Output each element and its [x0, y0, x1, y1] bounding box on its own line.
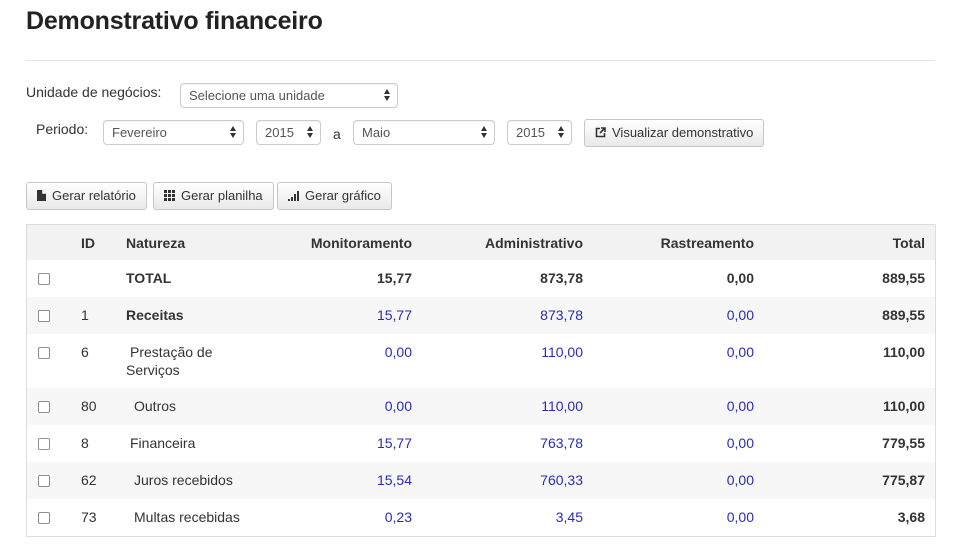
- row-tracking: 0,00: [726, 270, 754, 286]
- to-year-value: 2015: [516, 125, 545, 140]
- row-monitoring-link[interactable]: 0,23: [385, 509, 412, 525]
- row-monitoring-link[interactable]: 0,00: [385, 344, 412, 360]
- row-id: 73: [81, 509, 97, 525]
- view-statement-button[interactable]: Visualizar demonstrativo: [584, 119, 765, 147]
- row-nature: Financeira: [130, 435, 196, 451]
- external-link-icon: [595, 127, 606, 138]
- row-total: 3,68: [897, 509, 925, 525]
- view-statement-label: Visualizar demonstrativo: [612, 125, 754, 140]
- signal-bars-icon: [288, 190, 299, 201]
- table-row: 73 Multas recebidas 0,23 3,45 0,00 3,68: [27, 499, 935, 536]
- row-checkbox[interactable]: [38, 512, 50, 524]
- title-divider: [26, 60, 935, 61]
- table-header-row: ID Natureza Monitoramento Administrativo…: [27, 225, 935, 260]
- row-administrative-link[interactable]: 760,33: [540, 472, 583, 488]
- select-arrows-icon: [230, 125, 237, 140]
- generate-report-label: Gerar relatório: [52, 188, 136, 203]
- row-tracking-link[interactable]: 0,00: [727, 472, 754, 488]
- period-separator: a: [333, 126, 341, 142]
- grid-icon: [164, 190, 175, 202]
- row-tracking-link[interactable]: 0,00: [727, 435, 754, 451]
- row-checkbox[interactable]: [38, 310, 50, 322]
- row-monitoring-link[interactable]: 15,77: [377, 307, 412, 323]
- row-id: 1: [81, 307, 89, 323]
- row-checkbox[interactable]: [38, 347, 50, 359]
- select-arrows-icon: [307, 125, 314, 140]
- row-administrative-link[interactable]: 3,45: [556, 509, 583, 525]
- select-arrows-icon: [481, 125, 488, 140]
- financial-table: ID Natureza Monitoramento Administrativo…: [26, 224, 936, 537]
- row-id: 6: [81, 344, 89, 360]
- table-row: TOTAL 15,77 873,78 0,00 889,55: [27, 260, 935, 297]
- select-arrows-icon: [384, 88, 391, 103]
- unit-label: Unidade de negócios:: [26, 84, 162, 100]
- financial-statement-page: Demonstrativo financeiro Unidade de negó…: [0, 0, 957, 551]
- row-administrative-link[interactable]: 110,00: [541, 398, 583, 414]
- from-month-value: Fevereiro: [112, 125, 167, 140]
- row-monitoring-link[interactable]: 15,54: [377, 472, 412, 488]
- row-monitoring-link[interactable]: 15,77: [377, 435, 412, 451]
- row-administrative: 873,78: [540, 270, 583, 286]
- generate-chart-label: Gerar gráfico: [305, 188, 381, 203]
- row-monitoring-link[interactable]: 0,00: [385, 398, 412, 414]
- select-arrows-icon: [558, 125, 565, 140]
- table-row: 6 Prestação de Serviços 0,00 110,00 0,00…: [27, 334, 935, 388]
- table-row: 8 Financeira 15,77 763,78 0,00 779,55: [27, 425, 935, 462]
- table-row: 62 Juros recebidos 15,54 760,33 0,00 775…: [27, 462, 935, 499]
- row-total: 110,00: [882, 398, 925, 414]
- row-tracking-link[interactable]: 0,00: [727, 307, 754, 323]
- row-total: 779,55: [882, 435, 925, 451]
- row-checkbox[interactable]: [38, 475, 50, 487]
- row-id: 8: [81, 435, 89, 451]
- row-nature: Prestação de: [130, 344, 213, 360]
- table-row: 1 Receitas 15,77 873,78 0,00 889,55: [27, 297, 935, 334]
- row-checkbox[interactable]: [38, 438, 50, 450]
- generate-spreadsheet-button[interactable]: Gerar planilha: [153, 182, 274, 210]
- period-label: Periodo:: [36, 121, 89, 137]
- row-total: 889,55: [882, 270, 925, 286]
- from-month-select[interactable]: Fevereiro: [103, 120, 244, 145]
- row-nature: Receitas: [126, 307, 184, 323]
- row-administrative-link[interactable]: 873,78: [540, 307, 583, 323]
- row-monitoring: 15,77: [376, 270, 412, 286]
- row-checkbox[interactable]: [38, 273, 50, 285]
- row-total: 889,55: [882, 307, 925, 323]
- header-nature: Natureza: [126, 235, 186, 251]
- row-nature: Outros: [134, 398, 177, 414]
- row-nature-line2: Serviços: [126, 362, 180, 378]
- from-year-select[interactable]: 2015: [256, 120, 321, 145]
- to-month-value: Maio: [362, 125, 391, 140]
- document-icon: [37, 190, 46, 202]
- header-total: Total: [892, 235, 925, 251]
- row-administrative-link[interactable]: 110,00: [541, 344, 583, 360]
- to-year-select[interactable]: 2015: [507, 120, 572, 145]
- header-administrative: Administrativo: [484, 235, 583, 251]
- row-total: 775,87: [882, 472, 925, 488]
- generate-chart-button[interactable]: Gerar gráfico: [277, 182, 392, 210]
- row-tracking-link[interactable]: 0,00: [727, 398, 754, 414]
- row-nature: TOTAL: [126, 270, 172, 286]
- row-id: 62: [81, 472, 97, 488]
- header-tracking: Rastreamento: [660, 235, 754, 251]
- generate-spreadsheet-label: Gerar planilha: [181, 188, 263, 203]
- unit-select-value: Selecione uma unidade: [189, 88, 325, 103]
- row-checkbox[interactable]: [38, 401, 50, 413]
- to-month-select[interactable]: Maio: [353, 120, 495, 145]
- row-nature: Multas recebidas: [134, 509, 240, 525]
- table-row: 80 Outros 0,00 110,00 0,00 110,00: [27, 388, 935, 425]
- from-year-value: 2015: [265, 125, 294, 140]
- generate-report-button[interactable]: Gerar relatório: [26, 182, 147, 210]
- row-administrative-link[interactable]: 763,78: [540, 435, 583, 451]
- unit-select[interactable]: Selecione uma unidade: [180, 83, 398, 108]
- row-nature: Juros recebidos: [134, 472, 233, 488]
- row-tracking-link[interactable]: 0,00: [727, 509, 754, 525]
- page-title: Demonstrativo financeiro: [26, 7, 323, 35]
- header-id: ID: [81, 235, 95, 251]
- row-id: 80: [81, 398, 97, 414]
- row-total: 110,00: [882, 344, 925, 360]
- header-monitoring: Monitoramento: [310, 235, 412, 251]
- row-tracking-link[interactable]: 0,00: [727, 344, 754, 360]
